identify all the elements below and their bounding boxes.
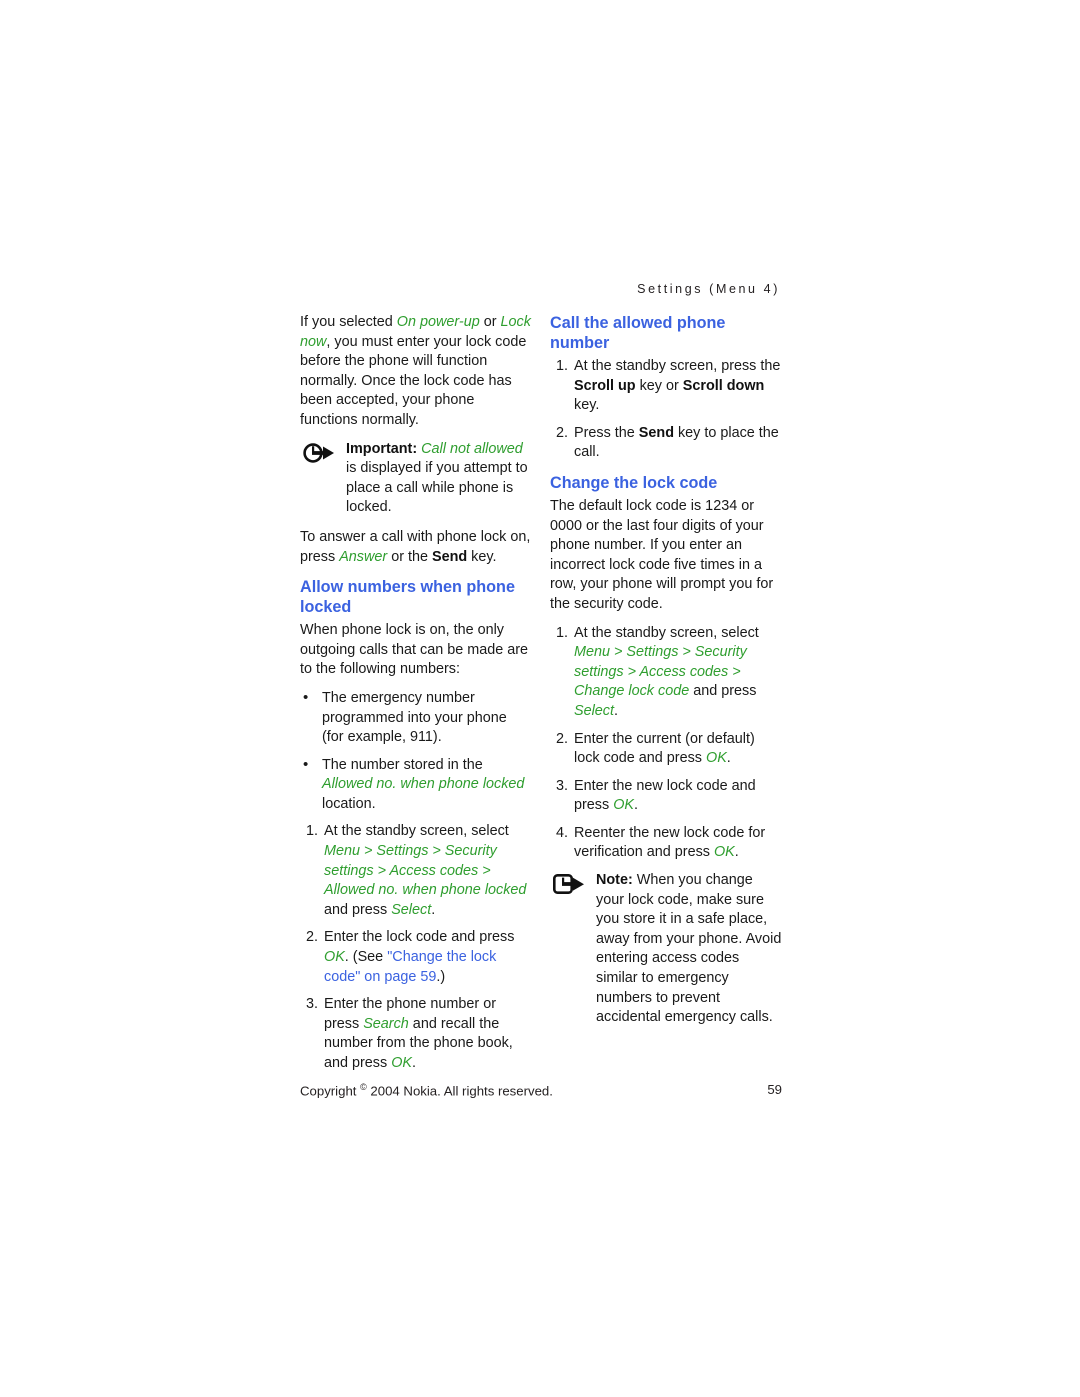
list-item: 2. Press the Send key to place the call. — [550, 424, 782, 463]
copyright-pre: Copyright — [300, 1083, 361, 1099]
step-part1: At the standby screen, press the — [574, 358, 781, 374]
step-part1: At the standby screen, select — [324, 823, 509, 840]
bullet-part2: location. — [322, 795, 376, 812]
step-number: 3. — [305, 996, 318, 1013]
bullet-part1: The emergency number programmed into you… — [322, 689, 507, 746]
allow-intro-paragraph: When phone lock is on, the only outgoing… — [300, 622, 529, 678]
list-item: 1. At the standby screen, select Menu > … — [550, 624, 782, 722]
allowed-numbers-list: • The emergency number programmed into y… — [300, 689, 532, 815]
step-part1: At the standby screen, select — [574, 624, 759, 641]
bullet-part1: The number stored in the — [322, 756, 483, 773]
change-lock-code-steps: 1. At the standby screen, select Menu > … — [550, 624, 782, 864]
note-label: Note: — [596, 872, 633, 889]
step-part2: . — [726, 750, 731, 767]
document-page: Settings (Menu 4) If you selected On pow… — [0, 0, 1080, 1397]
step-part3: .) — [436, 968, 446, 985]
key-send: Send — [432, 548, 468, 565]
term-on-power-up: On power-up — [396, 314, 480, 330]
step-part2: . (See — [344, 949, 388, 966]
copyright-post: 2004 Nokia. All rights reserved. — [366, 1083, 553, 1099]
step-number: 2. — [305, 929, 318, 946]
term-ok: OK — [706, 750, 727, 767]
list-item: 4. Reenter the new lock code for verific… — [550, 824, 782, 863]
important-notice-text: Important: Call not allowed is displayed… — [346, 440, 532, 518]
intro-paragraph: If you selected On power-up or Lock now,… — [300, 313, 532, 431]
step-part1: Enter the new lock code and press — [574, 777, 756, 814]
important-body: is displayed if you attempt to place a c… — [346, 460, 528, 516]
list-item: 2. Enter the lock code and press OK. (Se… — [300, 928, 532, 987]
key-scroll-down: Scroll down — [682, 377, 765, 394]
term-ok: OK — [324, 949, 345, 966]
footer-page-number: 59 — [767, 1082, 782, 1097]
intro-part3: , you must enter your lock code before t… — [300, 333, 527, 428]
intro-part2: or — [479, 314, 501, 330]
list-item: 1. At the standby screen, select Menu > … — [300, 822, 532, 920]
list-item: 1. At the standby screen, press the Scro… — [550, 357, 782, 416]
term-ok: OK — [713, 844, 735, 861]
term-call-not-allowed: Call not allowed — [417, 440, 523, 457]
step-part3: . — [412, 1055, 416, 1071]
rounded-square-arrow-right-icon — [552, 873, 586, 895]
step-number: 2. — [555, 730, 568, 747]
list-item: 2. Enter the current (or default) lock c… — [550, 730, 782, 769]
step-part2: and press — [689, 683, 757, 700]
key-send: Send — [638, 424, 674, 441]
footer-copyright: Copyright © 2004 Nokia. All rights reser… — [300, 1082, 553, 1098]
copyright-symbol: © — [360, 1082, 367, 1092]
term-allowed-no-when-phone-locked: Allowed no. when phone locked — [322, 776, 525, 793]
step-part2: and press — [324, 901, 392, 918]
intro-part1: If you selected — [300, 314, 397, 330]
term-select: Select — [574, 702, 614, 719]
step-part3: key. — [574, 397, 600, 414]
right-column: Call the allowed phone number 1. At the … — [550, 313, 782, 1038]
step-number: 1. — [555, 358, 568, 374]
running-header: Settings (Menu 4) — [637, 282, 780, 296]
heading-call-the-allowed-phone-number: Call the allowed phone number — [550, 314, 726, 352]
step-part2: . — [734, 844, 739, 861]
step-part3: . — [614, 702, 618, 719]
step-part1: Enter the lock code and press — [324, 929, 515, 946]
term-select: Select — [391, 901, 432, 918]
important-label: Important: — [346, 440, 418, 457]
step-number: 1. — [305, 823, 318, 840]
answer-part2: or the — [387, 548, 432, 565]
note-notice-text: Note: When you change your lock code, ma… — [596, 871, 782, 1028]
bullet-icon: • — [303, 688, 309, 706]
heading-change-the-lock-code: Change the lock code — [550, 473, 718, 492]
term-ok: OK — [391, 1055, 412, 1071]
step-number: 4. — [555, 824, 568, 841]
step-part1: Press the — [574, 424, 639, 441]
step-part2: . — [634, 797, 638, 814]
key-scroll-up: Scroll up — [574, 377, 636, 394]
note-body: When you change your lock code, make sur… — [596, 872, 782, 1026]
change-lock-intro-paragraph: The default lock code is 1234 or 0000 or… — [550, 497, 774, 612]
list-item: • The number stored in the Allowed no. w… — [300, 756, 532, 815]
answer-paragraph: To answer a call with phone lock on, pre… — [300, 528, 532, 567]
allow-numbers-steps: 1. At the standby screen, select Menu > … — [300, 822, 532, 1073]
step-number: 2. — [555, 424, 568, 441]
term-answer: Answer — [339, 548, 388, 565]
circle-arrow-right-icon — [302, 442, 336, 464]
term-search: Search — [363, 1015, 409, 1032]
menu-path: Menu > Settings > Security settings > Ac… — [324, 843, 527, 899]
left-column: If you selected On power-up or Lock now,… — [300, 313, 532, 1082]
list-item: 3. Enter the new lock code and press OK. — [550, 777, 782, 816]
step-part3: . — [431, 901, 436, 918]
step-number: 3. — [555, 777, 568, 794]
list-item: • The emergency number programmed into y… — [300, 689, 532, 748]
list-item: 3. Enter the phone number or press Searc… — [300, 995, 532, 1073]
important-notice: Important: Call not allowed is displayed… — [300, 440, 532, 518]
heading-allow-numbers-when-phone-locked: Allow numbers when phone locked — [300, 578, 515, 617]
answer-part3: key. — [467, 548, 497, 565]
step-number: 1. — [555, 624, 568, 641]
note-notice: Note: When you change your lock code, ma… — [550, 871, 782, 1028]
step-part2: key or — [635, 377, 683, 394]
term-ok: OK — [613, 797, 634, 814]
bullet-icon: • — [303, 755, 309, 773]
call-allowed-number-steps: 1. At the standby screen, press the Scro… — [550, 357, 782, 463]
